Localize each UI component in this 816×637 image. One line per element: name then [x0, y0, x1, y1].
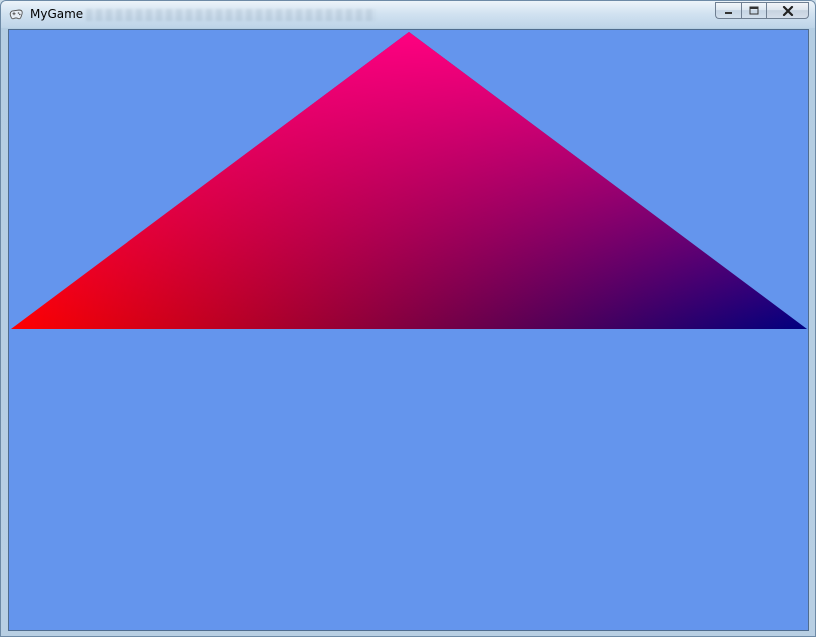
- maximize-icon: [749, 6, 759, 15]
- window-title: MyGame: [30, 7, 84, 21]
- minimize-button[interactable]: [715, 2, 741, 19]
- maximize-button[interactable]: [741, 2, 766, 19]
- render-canvas: [11, 32, 807, 329]
- game-viewport[interactable]: [8, 29, 809, 631]
- title-bar-glass-reflection: [86, 9, 376, 21]
- gamepad-icon[interactable]: [8, 7, 24, 23]
- gradient-triangle-top-blend: [11, 32, 807, 329]
- close-button[interactable]: [766, 2, 809, 19]
- caption-buttons: [715, 2, 809, 20]
- close-icon: [782, 5, 793, 16]
- title-bar[interactable]: MyGame: [1, 1, 815, 28]
- game-window: MyGame: [0, 0, 816, 637]
- minimize-icon: [724, 11, 732, 14]
